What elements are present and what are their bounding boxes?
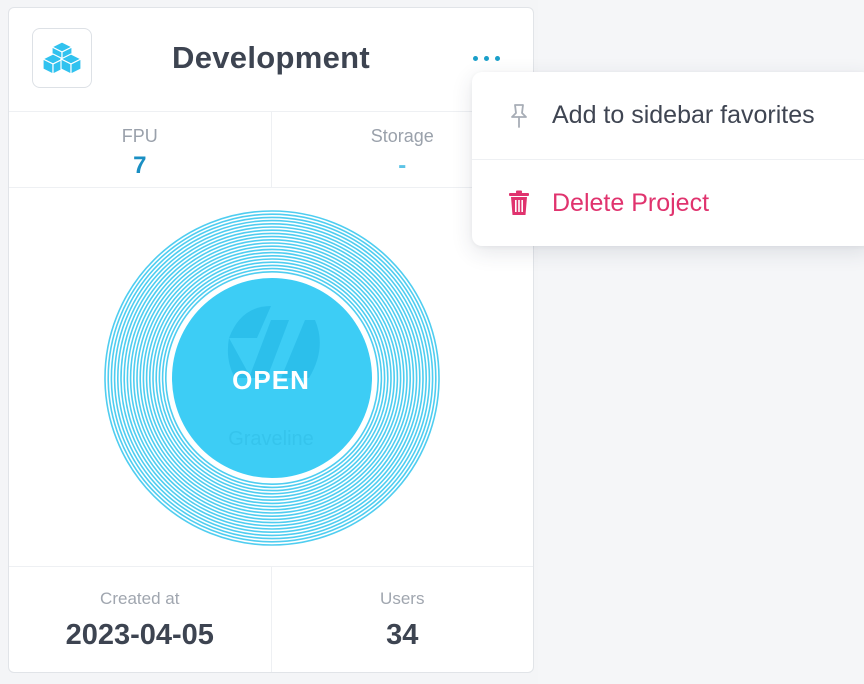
stat-label: FPU bbox=[121, 126, 158, 146]
menu-item-delete-project[interactable]: Delete Project bbox=[472, 160, 864, 246]
stat-fpu: FPU 7 bbox=[9, 112, 271, 187]
footer-created: Created at 2023-04-05 bbox=[9, 567, 271, 672]
open-button-label[interactable]: OPEN bbox=[9, 365, 533, 396]
card-header: Development bbox=[9, 8, 533, 112]
project-open-visual[interactable]: OPEN Graveline bbox=[9, 188, 533, 566]
options-dropdown-menu: Add to sidebar favorites Delete Project bbox=[472, 72, 864, 246]
footer-label: Users bbox=[380, 589, 425, 608]
more-options-button[interactable] bbox=[464, 48, 508, 68]
trash-icon bbox=[506, 190, 532, 216]
footer-value: 34 bbox=[386, 619, 419, 651]
project-title: Development bbox=[172, 40, 370, 75]
app-stage: Development FPU 7 Storage - OPEN Graveli… bbox=[0, 0, 864, 684]
more-dots-icon bbox=[472, 55, 478, 61]
footer-value: 2023-04-05 bbox=[65, 619, 214, 651]
stats-row: FPU 7 Storage - bbox=[9, 112, 533, 188]
menu-item-label: Delete Project bbox=[552, 188, 710, 217]
footer-users: Users 34 bbox=[270, 567, 534, 672]
footer-label: Created at bbox=[100, 589, 180, 608]
menu-item-label: Add to sidebar favorites bbox=[552, 101, 815, 129]
more-dot bbox=[483, 55, 489, 61]
more-dot bbox=[494, 55, 500, 61]
stat-value: 7 bbox=[133, 151, 147, 179]
project-card: Development FPU 7 Storage - OPEN Graveli… bbox=[8, 7, 534, 673]
pin-icon bbox=[506, 103, 532, 129]
menu-item-add-favorites[interactable]: Add to sidebar favorites bbox=[472, 72, 864, 160]
card-footer: Created at 2023-04-05 Users 34 bbox=[9, 566, 534, 672]
watermark-text: Graveline bbox=[228, 428, 314, 450]
